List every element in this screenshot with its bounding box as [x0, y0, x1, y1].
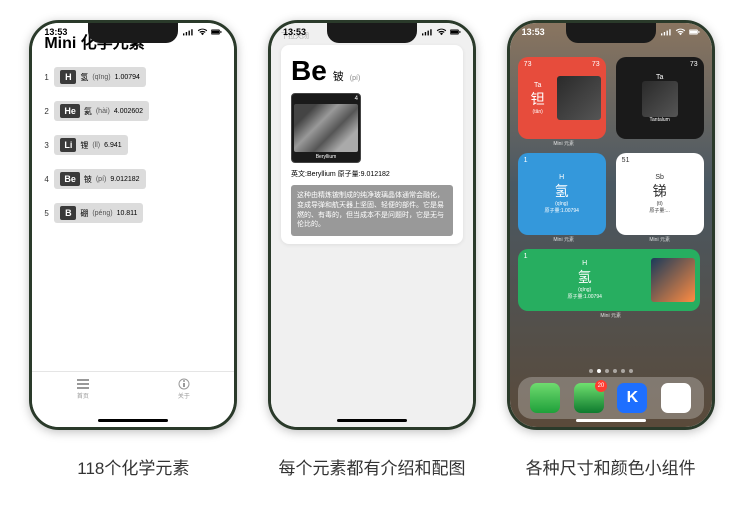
- list-item[interactable]: 5B硼(péng)10.811: [44, 203, 222, 223]
- element-list-screen: Mini 化学元素 1H氢(qīng)1.00794 2He氦(hài)4.00…: [32, 23, 234, 427]
- list-item[interactable]: 2He氦(hài)4.002602: [44, 101, 222, 121]
- list-icon: [77, 378, 89, 390]
- widget-label: Mini 元素: [518, 140, 610, 147]
- battery-icon: [450, 28, 461, 36]
- notch: [88, 23, 178, 43]
- list-item[interactable]: 1H氢(qīng)1.00794: [44, 67, 222, 87]
- widget-number: 73: [524, 61, 532, 68]
- app-icon[interactable]: K: [617, 383, 647, 413]
- signal-icon: [422, 28, 433, 36]
- tab-bar: 首页 关于: [32, 371, 234, 405]
- wifi-icon: [675, 28, 686, 36]
- element-info: 英文:Beryllium 原子量:9.012182: [291, 169, 453, 179]
- element-symbol: Be: [291, 55, 327, 87]
- phone-screenshot-2: 13:53 下拉关闭 Be 铍 (pí) 4 Beryllium: [268, 20, 476, 430]
- element-description: 这种由精炼铍制成的纯净玻璃晶体通常会融化，变成导弹和航天器上坚固、轻便的部件。它…: [291, 185, 453, 236]
- tab-home[interactable]: 首页: [32, 372, 133, 405]
- widget-home-screen: 73 73 Ta钽(tǎn) Mini 元素 73 TaTantalu: [510, 23, 712, 427]
- caption: 每个元素都有介绍和配图: [279, 454, 466, 479]
- element-name: 铍: [333, 68, 344, 84]
- notch: [327, 23, 417, 43]
- wifi-icon: [436, 28, 447, 36]
- status-icons: [661, 27, 700, 37]
- widget-number: 73: [592, 61, 600, 68]
- safari-app-icon[interactable]: [661, 383, 691, 413]
- status-time: 13:53: [522, 27, 545, 37]
- atomic-number: 4: [355, 96, 358, 102]
- detail-card: Be 铍 (pí) 4 Beryllium 英文:Beryllium 原子量:9…: [281, 45, 463, 244]
- notch: [566, 23, 656, 43]
- phone-screenshot-3: 13:53 73 73 Ta钽(tǎn): [507, 20, 715, 430]
- phone-app-icon[interactable]: [530, 383, 560, 413]
- widget-small-blue[interactable]: 1 H氢(qīng)原子量:1.00794: [518, 153, 606, 235]
- status-time: 13:53: [44, 27, 67, 37]
- status-time: 13:53: [283, 27, 306, 37]
- list-item[interactable]: 3Li锂(lǐ)6.941: [44, 135, 222, 155]
- caption: 各种尺寸和颜色小组件: [526, 454, 696, 479]
- element-detail-screen: 下拉关闭 Be 铍 (pí) 4 Beryllium 英文:Beryllium …: [271, 23, 473, 427]
- tab-about[interactable]: 关于: [133, 372, 234, 405]
- messages-app-icon[interactable]: 20: [574, 383, 604, 413]
- english-name: Beryllium: [294, 154, 358, 160]
- widget-label: Mini 元素: [518, 312, 704, 319]
- widget-small-white[interactable]: 51 Sb锑(tī)原子量:...: [616, 153, 704, 235]
- badge: 20: [595, 380, 607, 392]
- home-indicator: [337, 419, 407, 422]
- element-pinyin: (pí): [350, 75, 361, 82]
- widget-image: [651, 258, 695, 302]
- phone-screenshot-1: 13:53 Mini 化学元素 1H氢(qīng)1.00794 2He氦(hà…: [29, 20, 237, 430]
- list-item[interactable]: 4Be铍(pí)9.012182: [44, 169, 222, 189]
- signal-icon: [183, 28, 194, 36]
- battery-icon: [211, 28, 222, 36]
- widget-small-black[interactable]: 73 TaTantalum: [616, 57, 704, 139]
- widget-image: [642, 81, 678, 117]
- widget-label: Mini 元素: [518, 236, 610, 243]
- wifi-icon: [197, 28, 208, 36]
- status-icons: [183, 27, 222, 37]
- page-dots[interactable]: [510, 369, 712, 373]
- home-indicator: [98, 419, 168, 422]
- home-indicator: [576, 419, 646, 422]
- dock: 20 K: [518, 377, 704, 419]
- info-icon: [178, 378, 190, 390]
- battery-icon: [689, 28, 700, 36]
- widget-image: [557, 76, 601, 120]
- status-icons: [422, 27, 461, 37]
- caption: 118个化学元素: [77, 454, 189, 479]
- widget-label: Mini 元素: [616, 236, 704, 243]
- signal-icon: [661, 28, 672, 36]
- widget-small-red[interactable]: 73 73 Ta钽(tǎn): [518, 57, 606, 139]
- widget-medium-green[interactable]: 1H氢(qīng)原子量:1.00794: [518, 249, 700, 311]
- element-image: 4 Beryllium: [291, 93, 361, 163]
